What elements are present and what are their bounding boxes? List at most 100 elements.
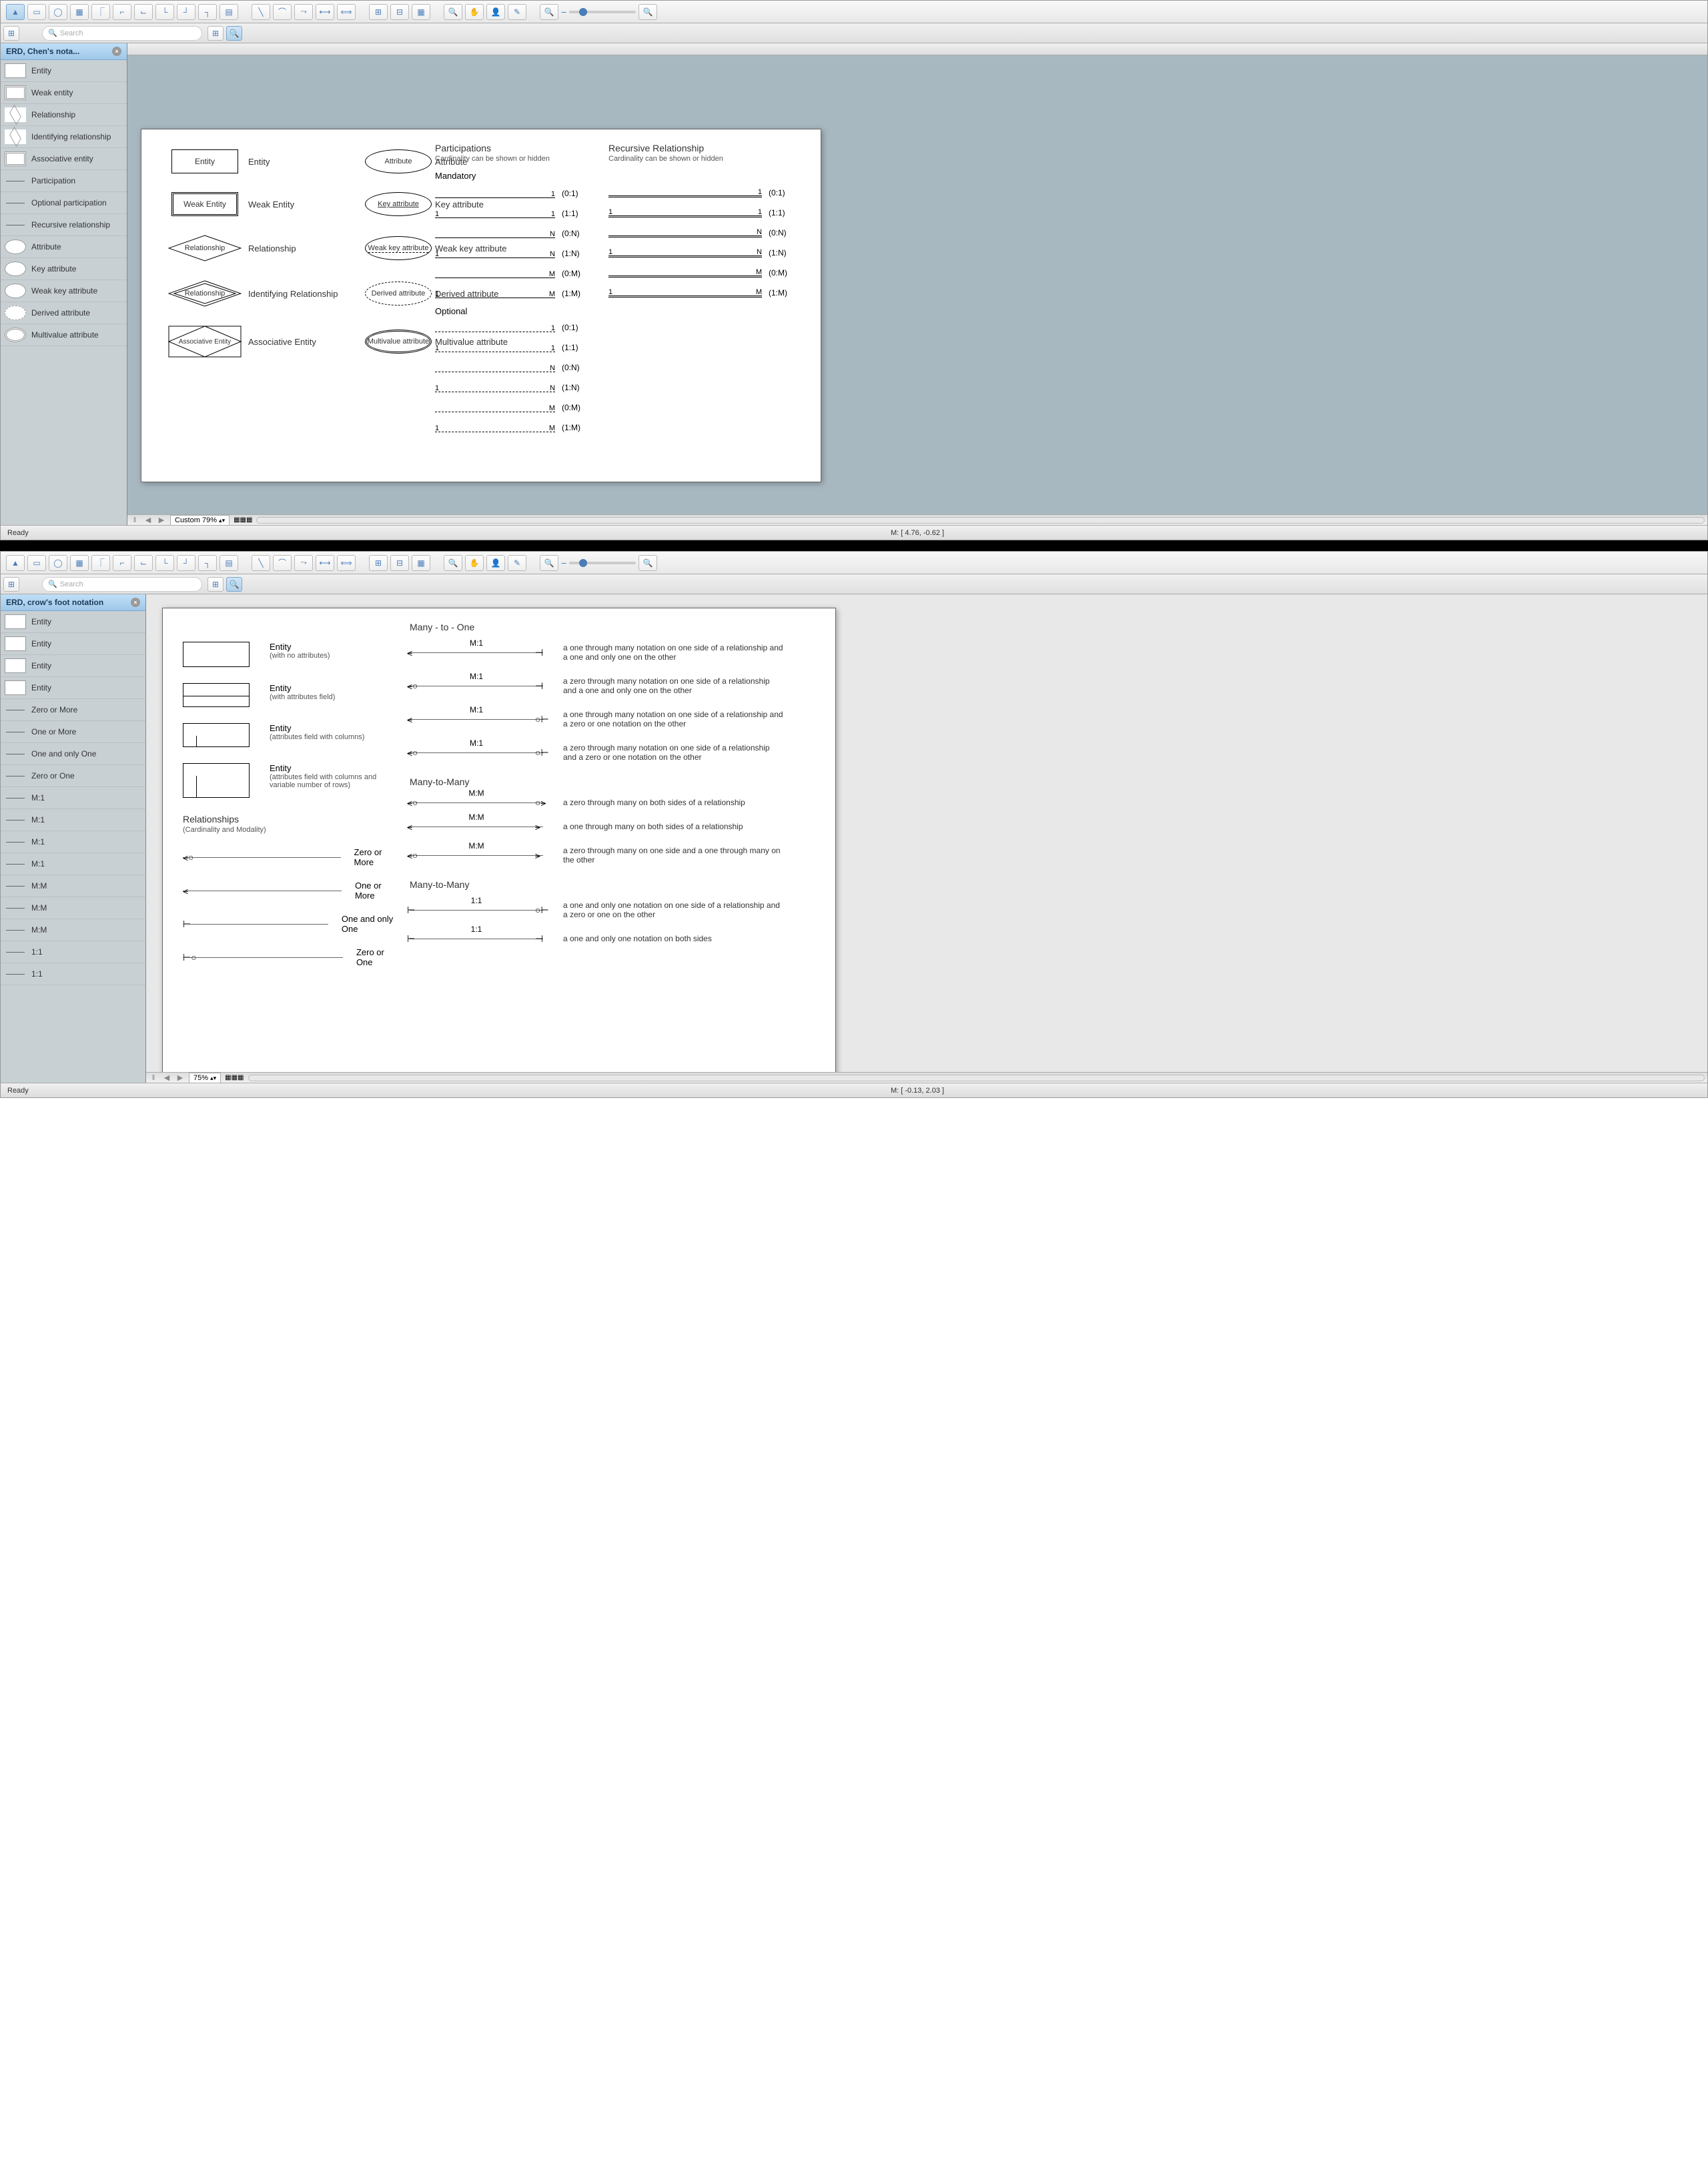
zoom-tool[interactable]: 🔍 (444, 4, 462, 20)
zoom-in-button[interactable]: 🔍 (638, 4, 657, 20)
search-button[interactable]: 🔍 (226, 26, 242, 41)
shape-item[interactable]: M:M (1, 897, 145, 919)
group-tool[interactable]: ⊞ (369, 555, 388, 571)
curve-tool[interactable]: ⌒ (273, 4, 292, 20)
canvas[interactable]: Entity(with no attributes) Entity(with a… (146, 594, 1707, 1072)
pointer-tool[interactable]: ▲ (6, 4, 25, 20)
horizontal-scrollbar[interactable] (256, 517, 1705, 524)
zoom-out-button[interactable]: 🔍 (540, 4, 558, 20)
shape-entity[interactable]: Entity (1, 60, 127, 82)
connector-tool-1[interactable]: ⎾ (91, 555, 110, 571)
rect-tool[interactable]: ▭ (27, 555, 46, 571)
align-v-tool[interactable]: ⟺ (337, 555, 356, 571)
rect-tool[interactable]: ▭ (27, 4, 46, 20)
layers-tool[interactable]: ▦ (412, 555, 430, 571)
connector-tool-6[interactable]: ┐ (198, 555, 217, 571)
page-next[interactable]: ▶ (157, 516, 166, 524)
canvas[interactable]: Entity Entity Attribute Attribute Weak E… (127, 55, 1707, 514)
polyline-tool[interactable]: ⤳ (294, 4, 313, 20)
grid-view-button[interactable]: ⊞ (207, 577, 224, 592)
connector-tool-3[interactable]: ⌙ (134, 4, 153, 20)
connector-tool-5[interactable]: ┘ (177, 555, 195, 571)
ungroup-tool[interactable]: ⊟ (390, 4, 409, 20)
connector-tool-3[interactable]: ⌙ (134, 555, 153, 571)
shape-derived-attribute[interactable]: Derived attribute (1, 302, 127, 324)
align-h-tool[interactable]: ⟷ (316, 555, 334, 571)
note-tool[interactable]: ▤ (220, 555, 238, 571)
grid-view-button[interactable]: ⊞ (207, 26, 224, 41)
shape-multivalue-attribute[interactable]: Multivalue attribute (1, 324, 127, 346)
table-tool[interactable]: ▦ (70, 4, 89, 20)
close-icon[interactable]: × (131, 598, 140, 607)
close-icon[interactable]: × (112, 47, 121, 56)
shape-relationship[interactable]: Relationship (1, 104, 127, 126)
polyline-tool[interactable]: ⤳ (294, 555, 313, 571)
ungroup-tool[interactable]: ⊟ (390, 555, 409, 571)
shape-key-attribute[interactable]: Key attribute (1, 258, 127, 280)
page-first[interactable]: ‖ (149, 1074, 158, 1082)
zoom-slider[interactable] (569, 11, 636, 13)
connector-tool-6[interactable]: ┐ (198, 4, 217, 20)
connector-tool-2[interactable]: ⌐ (113, 4, 131, 20)
shape-item[interactable]: Entity (1, 611, 145, 633)
shape-item[interactable]: M:M (1, 875, 145, 897)
tree-view-button[interactable]: ⊞ (3, 577, 19, 592)
zoom-slider[interactable] (569, 562, 636, 564)
table-tool[interactable]: ▦ (70, 555, 89, 571)
line-tool[interactable]: ╲ (252, 4, 270, 20)
shape-identifying-relationship[interactable]: Identifying relationship (1, 126, 127, 148)
zoom-select[interactable]: Custom 79% ▴▾ (170, 515, 230, 526)
align-h-tool[interactable]: ⟷ (316, 4, 334, 20)
note-tool[interactable]: ▤ (220, 4, 238, 20)
library-search[interactable]: 🔍 Search (42, 577, 202, 592)
shape-item[interactable]: Zero or More (1, 699, 145, 721)
shape-weak-key-attribute[interactable]: Weak key attribute (1, 280, 127, 302)
shape-item[interactable]: M:1 (1, 809, 145, 831)
page-next[interactable]: ▶ (175, 1073, 185, 1082)
connector-tool-4[interactable]: └ (155, 555, 174, 571)
sidebar-header[interactable]: ERD, crow's foot notation × (1, 594, 145, 611)
shape-recursive-relationship[interactable]: Recursive relationship (1, 214, 127, 236)
zoom-select[interactable]: 75% ▴▾ (189, 1073, 221, 1083)
format-painter-tool[interactable]: 👤 (486, 555, 505, 571)
group-tool[interactable]: ⊞ (369, 4, 388, 20)
align-v-tool[interactable]: ⟺ (337, 4, 356, 20)
shape-weak-entity[interactable]: Weak entity (1, 82, 127, 104)
tree-view-button[interactable]: ⊞ (3, 26, 19, 41)
horizontal-scrollbar[interactable] (248, 1075, 1705, 1081)
search-button[interactable]: 🔍 (226, 577, 242, 592)
curve-tool[interactable]: ⌒ (273, 555, 292, 571)
shape-item[interactable]: M:1 (1, 787, 145, 809)
connector-tool-4[interactable]: └ (155, 4, 174, 20)
library-search[interactable]: 🔍 Search (42, 26, 202, 41)
connector-tool-5[interactable]: ┘ (177, 4, 195, 20)
page-first[interactable]: ‖ (130, 516, 139, 524)
shape-item[interactable]: M:M (1, 919, 145, 941)
ellipse-tool[interactable]: ◯ (49, 555, 67, 571)
connector-tool-1[interactable]: ⎾ (91, 4, 110, 20)
shape-item[interactable]: 1:1 (1, 963, 145, 985)
shape-item[interactable]: 1:1 (1, 941, 145, 963)
shape-item[interactable]: M:1 (1, 853, 145, 875)
page-prev[interactable]: ◀ (143, 516, 153, 524)
shape-item[interactable]: One or More (1, 721, 145, 743)
shape-item[interactable]: M:1 (1, 831, 145, 853)
shape-attribute[interactable]: Attribute (1, 236, 127, 258)
line-tool[interactable]: ╲ (252, 555, 270, 571)
shape-associative-entity[interactable]: Associative entity (1, 148, 127, 170)
shape-participation[interactable]: Participation (1, 170, 127, 192)
eyedropper-tool[interactable]: ✎ (508, 4, 526, 20)
zoom-out-button[interactable]: 🔍 (540, 555, 558, 571)
layers-tool[interactable]: ▦ (412, 4, 430, 20)
eyedropper-tool[interactable]: ✎ (508, 555, 526, 571)
connector-tool-2[interactable]: ⌐ (113, 555, 131, 571)
shape-item[interactable]: Entity (1, 677, 145, 699)
zoom-tool[interactable]: 🔍 (444, 555, 462, 571)
page-prev[interactable]: ◀ (162, 1073, 171, 1082)
pan-tool[interactable]: ✋ (465, 555, 484, 571)
shape-item[interactable]: Zero or One (1, 765, 145, 787)
pan-tool[interactable]: ✋ (465, 4, 484, 20)
shape-item[interactable]: Entity (1, 655, 145, 677)
sidebar-header[interactable]: ERD, Chen's nota... × (1, 43, 127, 60)
ellipse-tool[interactable]: ◯ (49, 4, 67, 20)
